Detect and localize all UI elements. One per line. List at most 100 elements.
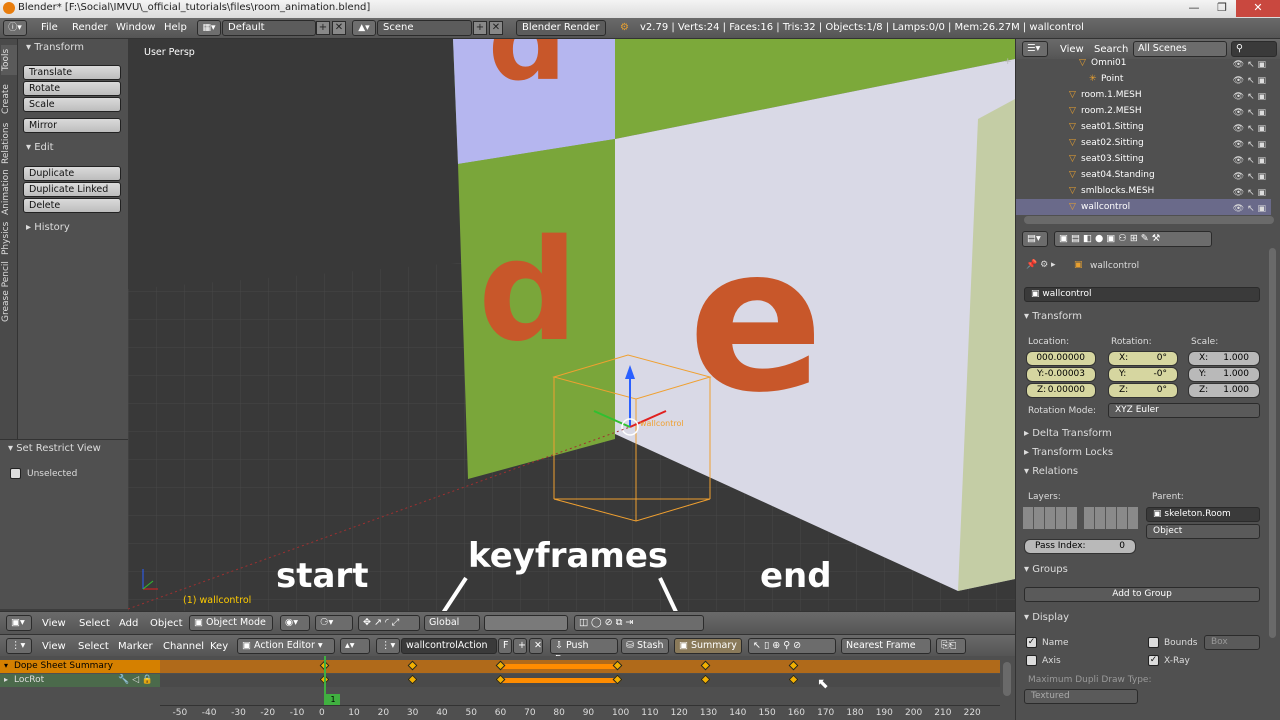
unlink-action-button[interactable]: ✕ (529, 638, 543, 654)
ds-menu-channel[interactable]: Channel (163, 641, 204, 652)
pass-index-field[interactable]: Pass Index: 0 (1024, 539, 1136, 554)
outliner-row[interactable]: Point ✳ 👁 ↖ ▣ (1016, 71, 1271, 87)
outliner-row-label: seat02.Sitting (1081, 138, 1144, 148)
outliner-row-label: room.2.MESH (1081, 106, 1142, 116)
vp-menu-view[interactable]: View (42, 618, 66, 629)
current-frame-badge[interactable]: 1 (326, 694, 340, 705)
snap-mode-select[interactable]: Nearest Frame (841, 638, 931, 654)
ruler-tick-label: 180 (846, 708, 864, 718)
ds-menu-select[interactable]: Select (78, 641, 109, 652)
pivot-select[interactable]: ⚆▾ (315, 615, 353, 631)
mode-select[interactable]: ▣ Object Mode ▾ (189, 615, 273, 642)
shading-select[interactable]: ◉▾ (280, 615, 310, 631)
dopesheet-area[interactable]: Dope Sheet Summary LocRot ▾ ▸ 🔧 ◁ 🔒 1 -5… (0, 656, 1015, 720)
layer-grid-b[interactable] (1084, 507, 1138, 529)
snap-tools[interactable]: ◫ ◯ ⊘ ⧉ ⇥ (574, 615, 704, 631)
frame-ruler[interactable]: -50 -40 -30 -20 -10 0 10 20 30 40 50 60 70 80 90 100 110… (160, 705, 1000, 720)
outliner-scrollbar[interactable] (1024, 216, 1274, 224)
minimize-button[interactable]: — (1180, 0, 1208, 17)
outliner-row[interactable]: seat03.Sitting ▽ 👁 ↖ ▣ (1016, 151, 1271, 167)
location-field[interactable]: 000.00000 (1026, 351, 1096, 366)
transform-panel-title[interactable]: ▾ Transform (1024, 311, 1082, 322)
fake-user-button[interactable]: F (498, 638, 512, 654)
dopesheet-scrollbar[interactable] (1003, 662, 1011, 696)
maximize-button[interactable]: ❐ (1208, 0, 1236, 17)
location-axis-label: Y: (1037, 369, 1045, 379)
properties-editor-type-icon[interactable]: ▤▾ (1022, 231, 1048, 247)
orientation-select[interactable]: Global (424, 615, 480, 631)
outliner-row[interactable]: Omni01 ▽ 👁 ↖ ▣ (1016, 55, 1271, 71)
hold-bar[interactable] (500, 664, 618, 669)
hold-bar[interactable] (500, 678, 618, 683)
layer-arrows[interactable]: ▴▾ (340, 638, 370, 654)
action-name-field[interactable]: wallcontrolAction (401, 638, 497, 654)
properties-scrollbar[interactable] (1269, 248, 1276, 638)
vp-menu-object[interactable]: Object (150, 618, 183, 629)
copy-paste-icons[interactable]: ⎘⎗ (936, 638, 966, 654)
summary-expand-icon[interactable]: ▾ (4, 661, 8, 670)
action-browse-icon[interactable]: ⋮▾ (376, 638, 400, 654)
scale-field[interactable]: Y: 1.000 (1188, 367, 1260, 382)
groups-panel-title[interactable]: ▾ Groups (1024, 564, 1068, 575)
outliner-row[interactable]: seat02.Sitting ▽ 👁 ↖ ▣ (1016, 135, 1271, 151)
ds-menu-key[interactable]: Key (210, 641, 228, 652)
ds-menu-view[interactable]: View (42, 641, 66, 652)
rotation-field[interactable]: X: 0° (1108, 351, 1178, 366)
vp-menu-add[interactable]: Add (119, 618, 138, 629)
add-to-group-button[interactable]: Add to Group (1024, 587, 1260, 602)
rotation-field[interactable]: Y: -0° (1108, 367, 1178, 382)
dupli-draw-type-select[interactable]: Textured (1024, 689, 1138, 704)
ruler-tick-label: -50 (172, 708, 188, 718)
outliner-row[interactable]: seat01.Sitting ▽ 👁 ↖ ▣ (1016, 119, 1271, 135)
outliner-row[interactable]: room.1.MESH ▽ 👁 ↖ ▣ (1016, 87, 1271, 103)
name-checkbox[interactable]: ✓ (1026, 637, 1037, 648)
xray-checkbox[interactable]: ✓ (1148, 655, 1159, 666)
rotation-mode-select[interactable]: XYZ Euler (1108, 403, 1260, 418)
location-value: 000.00000 (1036, 353, 1085, 363)
viewport-editor-type-icon[interactable]: ▣▾ (6, 615, 32, 631)
outliner-row[interactable]: smlblocks.MESH ▽ 👁 ↖ ▣ (1016, 183, 1271, 199)
new-action-button[interactable]: + (513, 638, 527, 654)
push-down-button[interactable]: ⇩ Push Down (550, 638, 618, 665)
ruler-tick-label: 50 (465, 708, 477, 718)
outliner-menu-view[interactable]: View (1060, 44, 1084, 55)
editor-mode-select[interactable]: ▣ Action Editor ▾ (237, 638, 335, 654)
channel-summary[interactable]: Dope Sheet Summary (0, 660, 160, 673)
outliner-row[interactable]: seat04.Standing ▽ 👁 ↖ ▣ (1016, 167, 1271, 183)
transform-locks-panel[interactable]: ▸ Transform Locks (1024, 447, 1113, 458)
scale-field[interactable]: Z: 1.000 (1188, 383, 1260, 398)
outliner-row[interactable]: wallcontrol ▽ 👁 ↖ ▣ (1016, 199, 1271, 215)
layer-grid-a[interactable] (1023, 507, 1077, 529)
stash-button[interactable]: ⛁ Stash (621, 638, 669, 654)
axis-checkbox[interactable] (1026, 655, 1037, 666)
rotation-field[interactable]: Z: 0° (1108, 383, 1178, 398)
locrot-expand-icon[interactable]: ▸ (4, 675, 8, 684)
display-panel-title[interactable]: ▾ Display (1024, 612, 1069, 623)
dopesheet-editor-type-icon[interactable]: ⋮▾ (6, 638, 32, 654)
vp-menu-select[interactable]: Select (79, 618, 110, 629)
pin-icon[interactable]: 📌 ⚙ ▸ (1026, 260, 1056, 270)
bounds-type-select[interactable]: Box (1204, 635, 1260, 650)
close-button[interactable]: ✕ (1236, 0, 1280, 17)
manipulator-toggles[interactable]: ✥ ↗ ◜ ⤢ (358, 615, 420, 631)
filter-buttons[interactable]: ↖ ▯ ⊕ ⚲ ⊘ (748, 638, 836, 654)
visibility-toggles-icon[interactable]: 👁 ↖ ▣ (1233, 201, 1266, 217)
properties-context-tabs[interactable]: ▣ ▤ ◧ ● ▣ ⚇ ⊞ ✎ ⚒ (1054, 231, 1212, 247)
outliner-row[interactable]: room.2.MESH ▽ 👁 ↖ ▣ (1016, 103, 1271, 119)
rotation-mode-label: Rotation Mode: (1028, 406, 1097, 416)
layer-buttons[interactable] (484, 615, 568, 631)
location-field[interactable]: Z: 0.00000 (1026, 383, 1096, 398)
locrot-toggle-icons[interactable]: 🔧 ◁ 🔒 (118, 675, 153, 685)
relations-panel-title[interactable]: ▾ Relations (1024, 466, 1078, 477)
scale-field[interactable]: X: 1.000 (1188, 351, 1260, 366)
ds-menu-marker[interactable]: Marker (118, 641, 153, 652)
summary-toggle[interactable]: ▣ Summary (674, 638, 742, 654)
object-name-field[interactable]: ▣ wallcontrol (1024, 287, 1260, 302)
bounds-checkbox[interactable] (1148, 637, 1159, 648)
delta-transform-panel[interactable]: ▸ Delta Transform (1024, 428, 1112, 439)
scale-axis-label: Y: (1199, 369, 1207, 379)
parent-type-select[interactable]: Object (1146, 524, 1260, 539)
parent-field[interactable]: ▣ skeleton.Room (1146, 507, 1260, 522)
location-field[interactable]: Y: -0.00003 (1026, 367, 1096, 382)
outliner-menu-search[interactable]: Search (1094, 44, 1128, 55)
